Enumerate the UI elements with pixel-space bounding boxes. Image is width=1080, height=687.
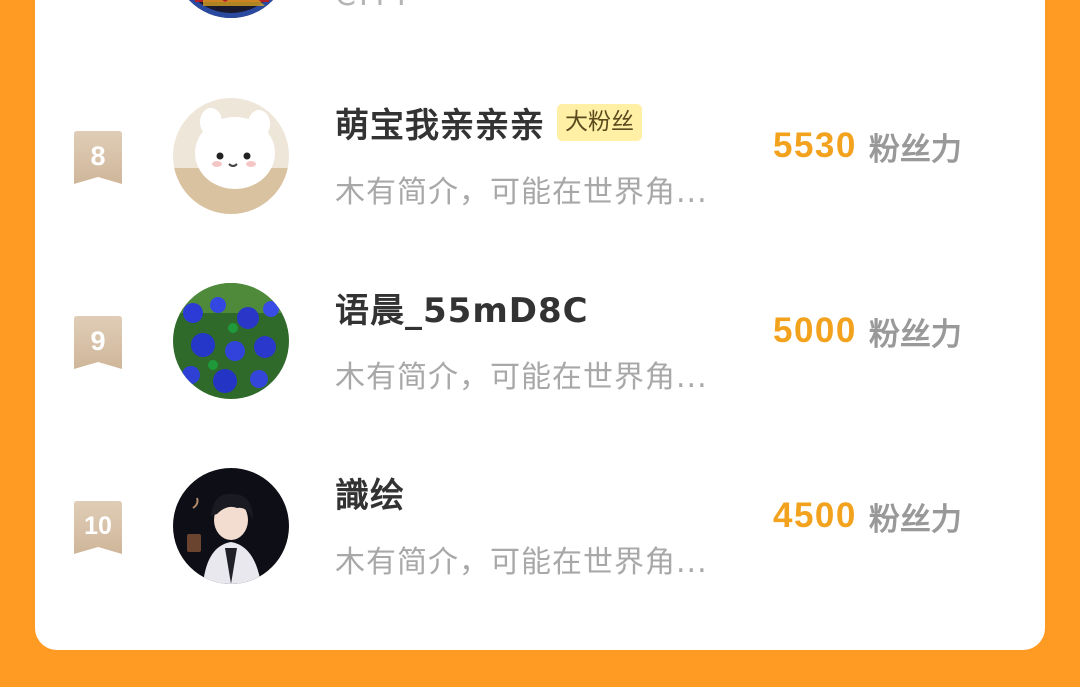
avatar[interactable] xyxy=(173,283,289,399)
ranking-row[interactable]: 10 識绘 木有简介，可能在世界角... 4500 粉丝力 xyxy=(35,468,1045,588)
fan-level-tag: 大粉丝 xyxy=(557,103,642,141)
fan-power-label: 粉丝力 xyxy=(868,501,962,538)
avatar[interactable] xyxy=(173,98,289,214)
fan-power: 5000 粉丝力 xyxy=(773,307,962,355)
fan-power-value: 5530 xyxy=(773,126,857,165)
name-line: 萌宝我亲亲亲 大粉丝 xyxy=(335,98,642,146)
rank-badge: 9 xyxy=(72,316,124,370)
rank-badge: 8 xyxy=(72,131,124,185)
ranking-row-partial[interactable]: CITY xyxy=(35,0,1045,80)
ranking-row[interactable]: 9 语晨_55mD8C 木有简介，可能在世界角... 5000 粉丝力 xyxy=(35,283,1045,403)
name-line: 識绘 xyxy=(335,468,405,516)
rank-number: 10 xyxy=(84,512,112,540)
partial-bio: CITY xyxy=(335,0,413,13)
name-line: 语晨_55mD8C xyxy=(335,283,589,331)
avatar-image xyxy=(173,283,289,399)
fan-power: 5530 粉丝力 xyxy=(773,122,962,170)
ranking-row[interactable]: 8 萌宝我亲亲亲 大粉丝 木有简介，可能在世界角... 5530 粉丝力 xyxy=(35,98,1045,218)
fan-power-value: 4500 xyxy=(773,496,857,535)
user-name[interactable]: 識绘 xyxy=(335,468,405,517)
user-name[interactable]: 语晨_55mD8C xyxy=(335,283,589,332)
user-name[interactable]: 萌宝我亲亲亲 xyxy=(335,98,545,147)
avatar-image xyxy=(173,0,289,18)
fan-power-value: 5000 xyxy=(773,311,857,350)
rank-number: 9 xyxy=(90,326,106,356)
avatar-image xyxy=(173,98,289,214)
fan-ranking-card: CITY 8 xyxy=(35,0,1045,650)
user-bio: 木有简介，可能在世界角... xyxy=(335,545,708,580)
avatar[interactable] xyxy=(173,0,289,18)
fan-power-label: 粉丝力 xyxy=(868,131,962,168)
fan-power-label: 粉丝力 xyxy=(868,316,962,353)
rank-number: 8 xyxy=(90,141,106,171)
avatar[interactable] xyxy=(173,468,289,584)
user-bio: 木有简介，可能在世界角... xyxy=(335,360,708,395)
avatar-image xyxy=(173,468,289,584)
rank-badge: 10 xyxy=(72,501,124,555)
fan-power: 4500 粉丝力 xyxy=(773,492,962,540)
user-bio: 木有简介，可能在世界角... xyxy=(335,175,708,210)
